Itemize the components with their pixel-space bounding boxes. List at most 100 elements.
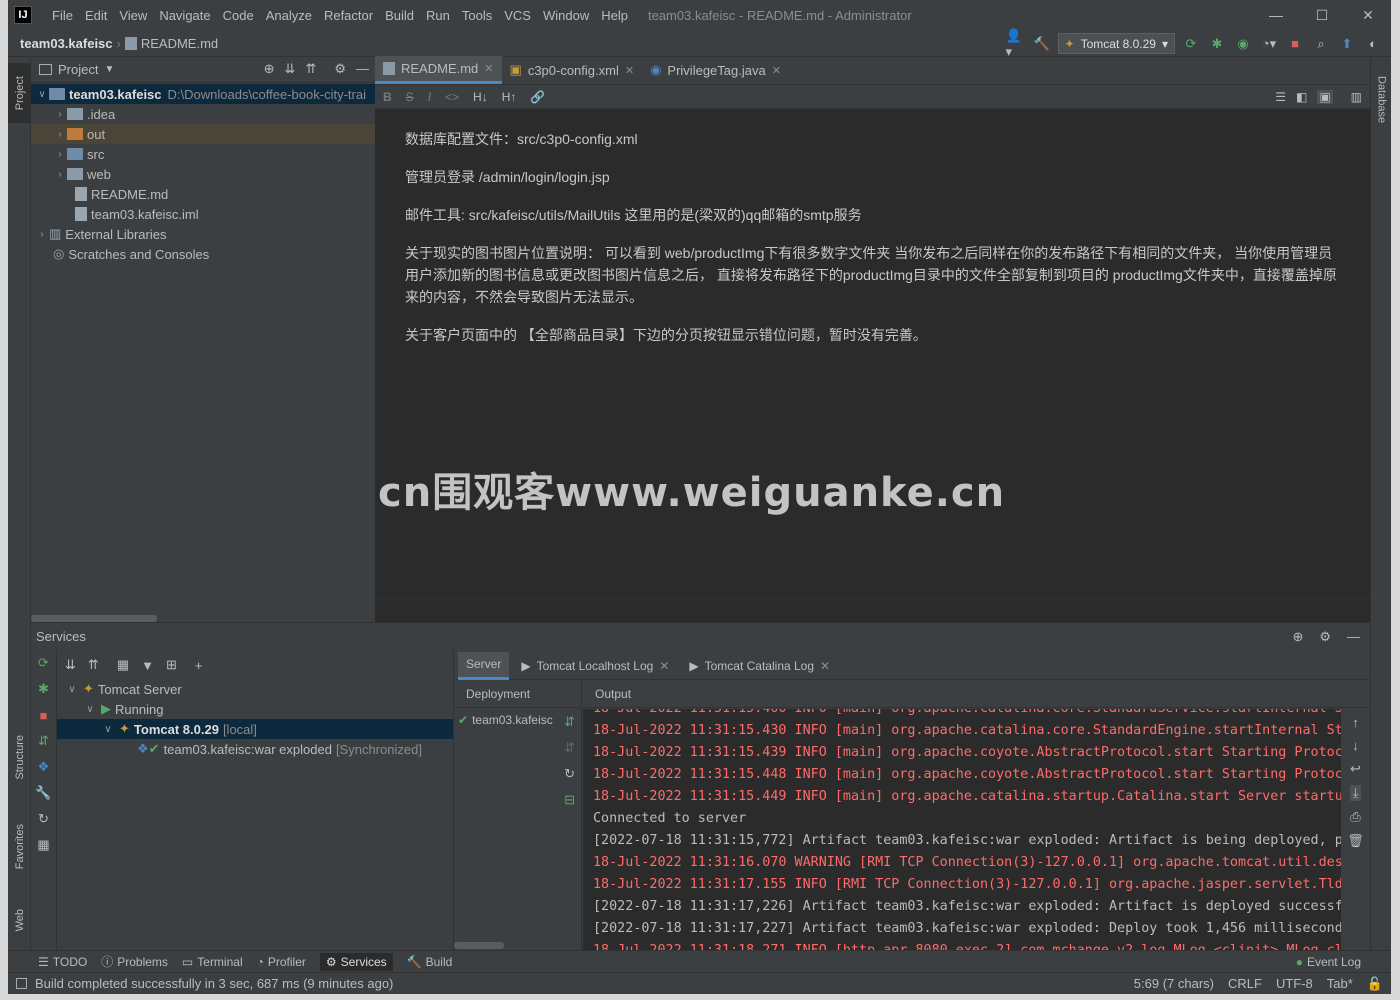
debug-icon[interactable]: ✱: [31, 676, 56, 702]
chevron-right-icon[interactable]: ›: [53, 129, 67, 140]
database-tool-tab[interactable]: Database: [1371, 65, 1392, 135]
close-tab-icon[interactable]: ✕: [820, 659, 830, 673]
menu-help[interactable]: Help: [595, 8, 634, 23]
chevron-right-icon[interactable]: ›: [53, 169, 67, 180]
refresh-icon[interactable]: ↻: [31, 806, 56, 832]
breadcrumb-project[interactable]: team03.kafeisc: [20, 36, 113, 51]
tab-c3p0-config[interactable]: ▣ c3p0-config.xml ✕: [502, 56, 643, 84]
artifact-icon[interactable]: ❖: [31, 754, 56, 780]
rerun-icon[interactable]: ⟳: [31, 650, 56, 676]
minimize-icon[interactable]: —: [1253, 0, 1299, 30]
indent-setting[interactable]: Tab*: [1327, 976, 1353, 992]
tree-root[interactable]: ∨ team03.kafeisc D:\Downloads\coffee-boo…: [31, 84, 375, 104]
tool-todo[interactable]: ☰ TODO: [38, 955, 87, 969]
header-up-icon[interactable]: H↑: [502, 90, 517, 104]
lock-icon[interactable]: 🔓: [1367, 976, 1383, 992]
status-message[interactable]: Build completed successfully in 3 sec, 6…: [35, 976, 393, 991]
tab-server[interactable]: Server: [458, 651, 510, 680]
project-tool-tab[interactable]: Project: [8, 63, 31, 123]
plugin-icon[interactable]: ◐: [1363, 34, 1383, 54]
favorites-tool-tab[interactable]: Favorites: [8, 809, 31, 884]
tree-item-iml[interactable]: team03.kafeisc.iml: [31, 204, 375, 224]
search-icon[interactable]: ⌕: [1311, 34, 1331, 54]
tree-item-out[interactable]: › out: [31, 124, 375, 144]
refresh-icon[interactable]: ↻: [564, 766, 575, 782]
menu-refactor[interactable]: Refactor: [318, 8, 379, 23]
menu-vcs[interactable]: VCS: [498, 8, 537, 23]
print-icon[interactable]: ⎙: [1350, 809, 1360, 825]
wrench-icon[interactable]: 🔧: [31, 780, 56, 806]
output-console[interactable]: 18-Jul-2022 11:31:15.400 INFO [main] org…: [583, 709, 1341, 951]
horizontal-scrollbar[interactable]: [31, 615, 157, 622]
gear-icon[interactable]: ⚙: [1319, 629, 1331, 645]
update-icon[interactable]: ⬆: [1337, 34, 1357, 54]
tree-item-scratches[interactable]: ◎ Scratches and Consoles: [31, 244, 375, 264]
locate-icon[interactable]: ⊕: [1292, 629, 1303, 645]
menu-window[interactable]: Window: [537, 8, 595, 23]
maximize-icon[interactable]: ☐: [1299, 0, 1345, 30]
filter-icon[interactable]: ▼: [141, 658, 154, 673]
up-arrow-icon[interactable]: ↑: [1352, 715, 1359, 730]
chevron-down-icon[interactable]: ∨: [65, 684, 79, 695]
italic-icon[interactable]: I: [428, 90, 431, 104]
tool-terminal[interactable]: ▭ Terminal: [182, 955, 243, 969]
user-icon[interactable]: 👤▾: [1006, 28, 1026, 59]
deploy-icon[interactable]: ⇵: [564, 714, 575, 730]
code-icon[interactable]: <>: [445, 90, 459, 104]
chevron-right-icon[interactable]: ›: [53, 109, 67, 120]
hide-icon[interactable]: —: [1347, 629, 1360, 645]
menu-tools[interactable]: Tools: [456, 8, 498, 23]
redeploy-icon[interactable]: ⊟: [564, 792, 575, 808]
deploy-icon[interactable]: ⇵: [31, 728, 56, 754]
trash-icon[interactable]: 🗑: [1347, 833, 1364, 849]
tree-artifact[interactable]: ❖ ✔ team03.kafeisc:war exploded [Synchro…: [57, 739, 453, 759]
tree-item-external-libraries[interactable]: › ▥ External Libraries: [31, 224, 375, 244]
soft-wrap-icon[interactable]: ↩: [1350, 761, 1361, 777]
menu-code[interactable]: Code: [217, 8, 260, 23]
expand-all-icon[interactable]: ⇊: [285, 61, 296, 77]
caret-position[interactable]: 5:69 (7 chars): [1134, 976, 1214, 992]
chevron-down-icon[interactable]: ▼: [104, 64, 114, 75]
tool-build[interactable]: 🔨 Build: [407, 955, 453, 969]
close-icon[interactable]: ✕: [1345, 0, 1391, 30]
tab-localhost-log[interactable]: ▶ Tomcat Localhost Log ✕: [513, 652, 677, 680]
menu-analyze[interactable]: Analyze: [260, 8, 318, 23]
line-separator[interactable]: CRLF: [1228, 976, 1262, 992]
horizontal-scrollbar[interactable]: [454, 942, 504, 949]
deployment-item[interactable]: ✔ team03.kafeisc: [454, 708, 581, 732]
strikethrough-icon[interactable]: S: [406, 90, 414, 104]
menu-run[interactable]: Run: [420, 8, 456, 23]
project-view-label[interactable]: Project: [58, 62, 98, 77]
down-arrow-icon[interactable]: ↓: [1352, 738, 1359, 753]
close-tab-icon[interactable]: ✕: [625, 64, 634, 77]
layout-icon[interactable]: ▥: [1351, 90, 1362, 104]
link-icon[interactable]: 🔗: [530, 90, 545, 104]
layout-icon[interactable]: ▦: [31, 832, 56, 858]
debug-icon[interactable]: ✱: [1207, 34, 1227, 54]
tool-problems[interactable]: ⓘ Problems: [101, 953, 168, 970]
tree-item-web[interactable]: › web: [31, 164, 375, 184]
tree-item-src[interactable]: › src: [31, 144, 375, 164]
expand-all-icon[interactable]: ⇊: [65, 657, 76, 673]
coverage-icon[interactable]: ◉: [1233, 34, 1253, 54]
chevron-right-icon[interactable]: ›: [35, 229, 49, 240]
tree-tomcat-instance[interactable]: ∨ ✦ Tomcat 8.0.29 [local]: [57, 719, 453, 739]
close-tab-icon[interactable]: ✕: [484, 62, 493, 75]
breadcrumb-file[interactable]: README.md: [141, 36, 218, 51]
tree-running[interactable]: ∨ ▶ Running: [57, 699, 453, 719]
locate-icon[interactable]: ⊕: [264, 61, 275, 77]
status-panel-icon[interactable]: [16, 978, 27, 989]
tab-catalina-log[interactable]: ▶ Tomcat Catalina Log ✕: [681, 652, 838, 680]
tool-profiler[interactable]: ◔ Profiler: [257, 955, 306, 969]
run-configuration-select[interactable]: ✦ Tomcat 8.0.29 ▾: [1057, 33, 1175, 54]
hammer-icon[interactable]: 🔨: [1032, 34, 1052, 54]
tree-item-readme[interactable]: README.md: [31, 184, 375, 204]
preview-only-icon[interactable]: ▣: [1317, 89, 1333, 104]
chevron-down-icon[interactable]: ∨: [101, 724, 115, 735]
tab-privilege-tag[interactable]: ◉ PrivilegeTag.java ✕: [642, 56, 789, 84]
scroll-to-end-icon[interactable]: ⤓: [1349, 785, 1362, 801]
editor-only-icon[interactable]: ☰: [1275, 90, 1286, 104]
menu-build[interactable]: Build: [379, 8, 420, 23]
web-tool-tab[interactable]: Web: [8, 895, 31, 945]
chevron-right-icon[interactable]: ›: [53, 149, 67, 160]
